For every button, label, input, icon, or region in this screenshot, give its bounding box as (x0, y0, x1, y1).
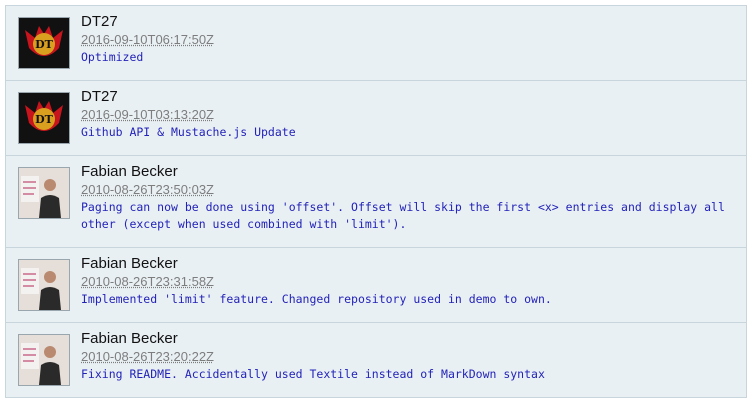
commit-message[interactable]: Implemented 'limit' feature. Changed rep… (81, 291, 736, 308)
commit-date[interactable]: 2010-08-26T23:31:58Z (81, 273, 736, 290)
commit-message[interactable]: Paging can now be done using 'offset'. O… (81, 199, 736, 233)
commit-row: Fabian Becker 2010-08-26T23:20:22Z Fixin… (5, 323, 747, 398)
commit-row: Fabian Becker 2010-08-26T23:31:58Z Imple… (5, 248, 747, 323)
fabian-photo-icon (19, 260, 69, 310)
commit-row: Fabian Becker 2010-08-26T23:50:03Z Pagin… (5, 156, 747, 248)
svg-text:DT: DT (35, 38, 54, 51)
commit-author: Fabian Becker (81, 255, 178, 272)
commit-list: DT DT27 2016-09-10T06:17:50Z Optimized D… (5, 5, 747, 398)
commit-date[interactable]: 2010-08-26T23:50:03Z (81, 181, 736, 198)
commit-row: DT DT27 2016-09-10T06:17:50Z Optimized (5, 6, 747, 81)
svg-text:DT: DT (35, 113, 54, 126)
fabian-avatar[interactable] (18, 167, 70, 219)
commit-author: Fabian Becker (81, 163, 178, 180)
commit-author: DT27 (81, 13, 118, 30)
commit-message[interactable]: Optimized (81, 49, 736, 66)
fabian-photo-icon (19, 335, 69, 385)
commit-message[interactable]: Github API & Mustache.js Update (81, 124, 736, 141)
commit-message[interactable]: Fixing README. Accidentally used Textile… (81, 366, 736, 383)
commit-author: DT27 (81, 88, 118, 105)
commit-author: Fabian Becker (81, 330, 178, 347)
dt27-avatar[interactable]: DT (18, 92, 70, 144)
commit-date[interactable]: 2016-09-10T06:17:50Z (81, 31, 736, 48)
dt27-logo-icon: DT (19, 93, 69, 143)
commit-row: DT DT27 2016-09-10T03:13:20Z Github API … (5, 81, 747, 156)
fabian-photo-icon (19, 168, 69, 218)
fabian-avatar[interactable] (18, 334, 70, 386)
fabian-avatar[interactable] (18, 259, 70, 311)
dt27-avatar[interactable]: DT (18, 17, 70, 69)
commit-date[interactable]: 2010-08-26T23:20:22Z (81, 348, 736, 365)
commit-date[interactable]: 2016-09-10T03:13:20Z (81, 106, 736, 123)
dt27-logo-icon: DT (19, 18, 69, 68)
